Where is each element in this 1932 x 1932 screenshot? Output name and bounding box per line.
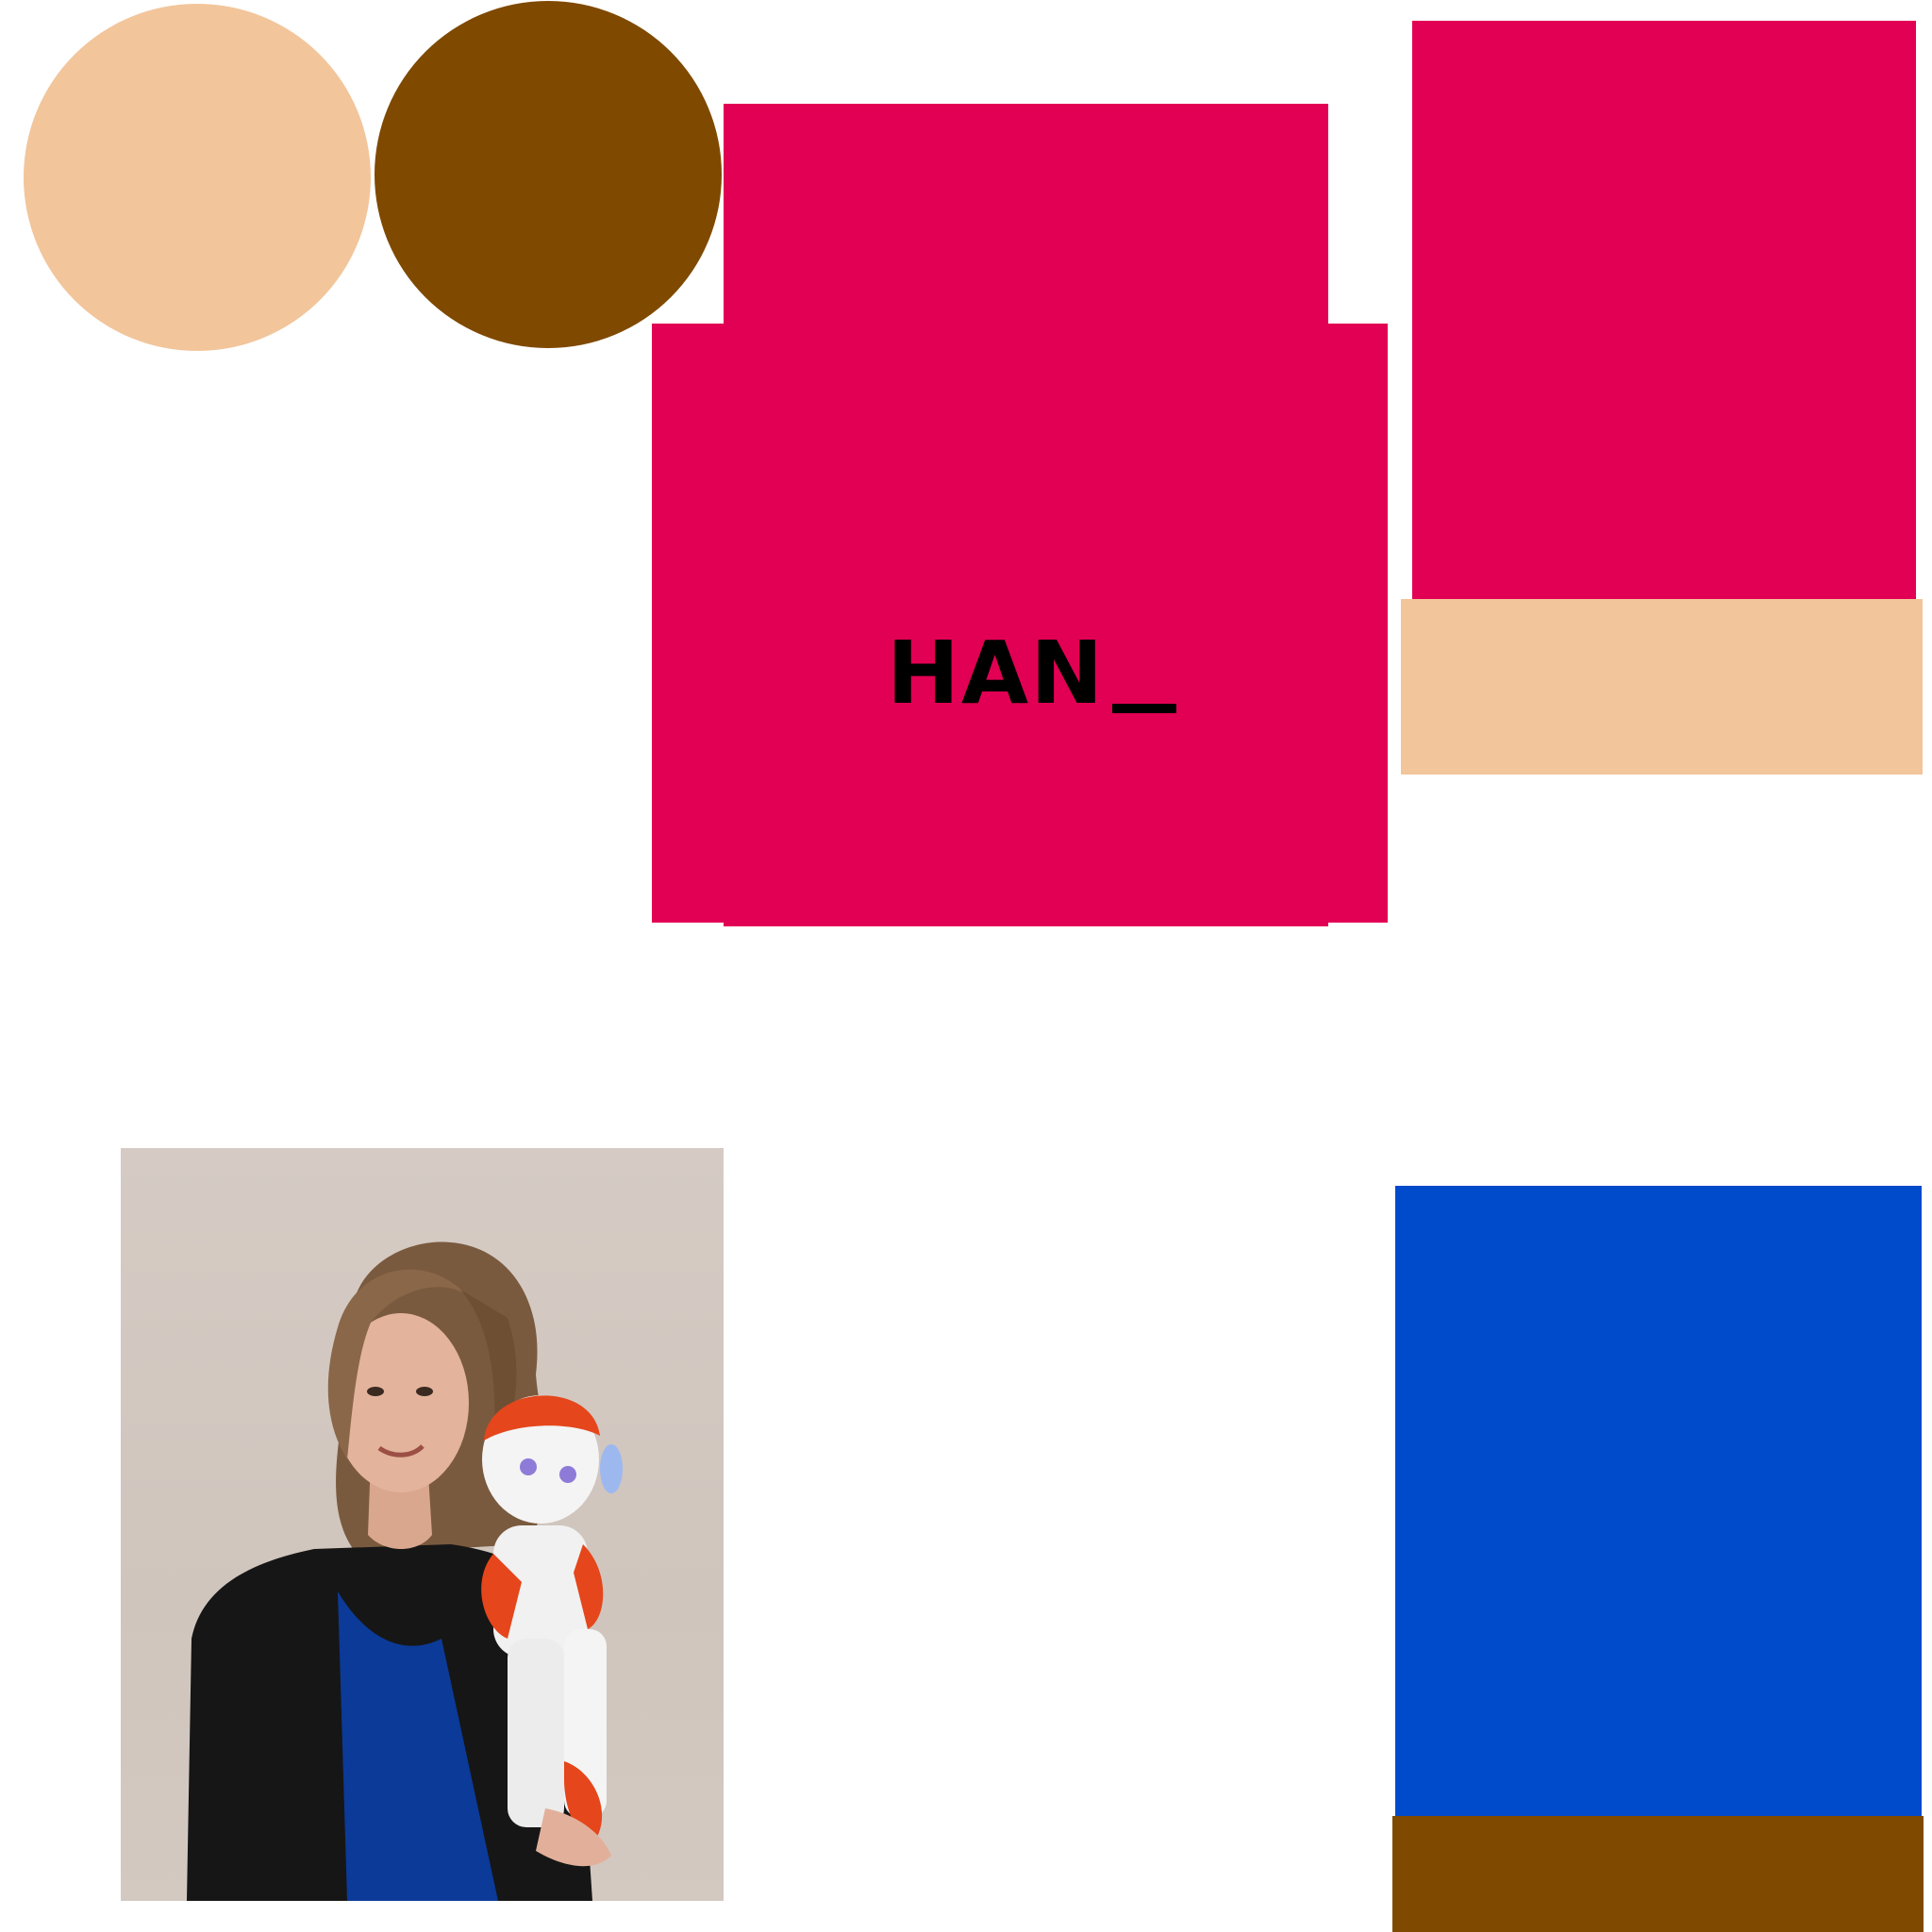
han-logo: HAN: [887, 613, 1177, 724]
han-logo-text: HAN: [887, 623, 1106, 724]
peach-circle: [24, 4, 371, 351]
magenta-panel: [1412, 21, 1916, 604]
han-logo-underscore: [1112, 704, 1177, 713]
brown-bar: [1392, 1816, 1924, 1932]
photo-illustration: [187, 1241, 623, 1901]
brown-circle: [375, 1, 722, 348]
peach-bar: [1401, 599, 1923, 774]
blue-panel: [1395, 1186, 1922, 1818]
person-with-robot-photo: [121, 1148, 724, 1901]
artboard: HAN: [0, 0, 1932, 1932]
